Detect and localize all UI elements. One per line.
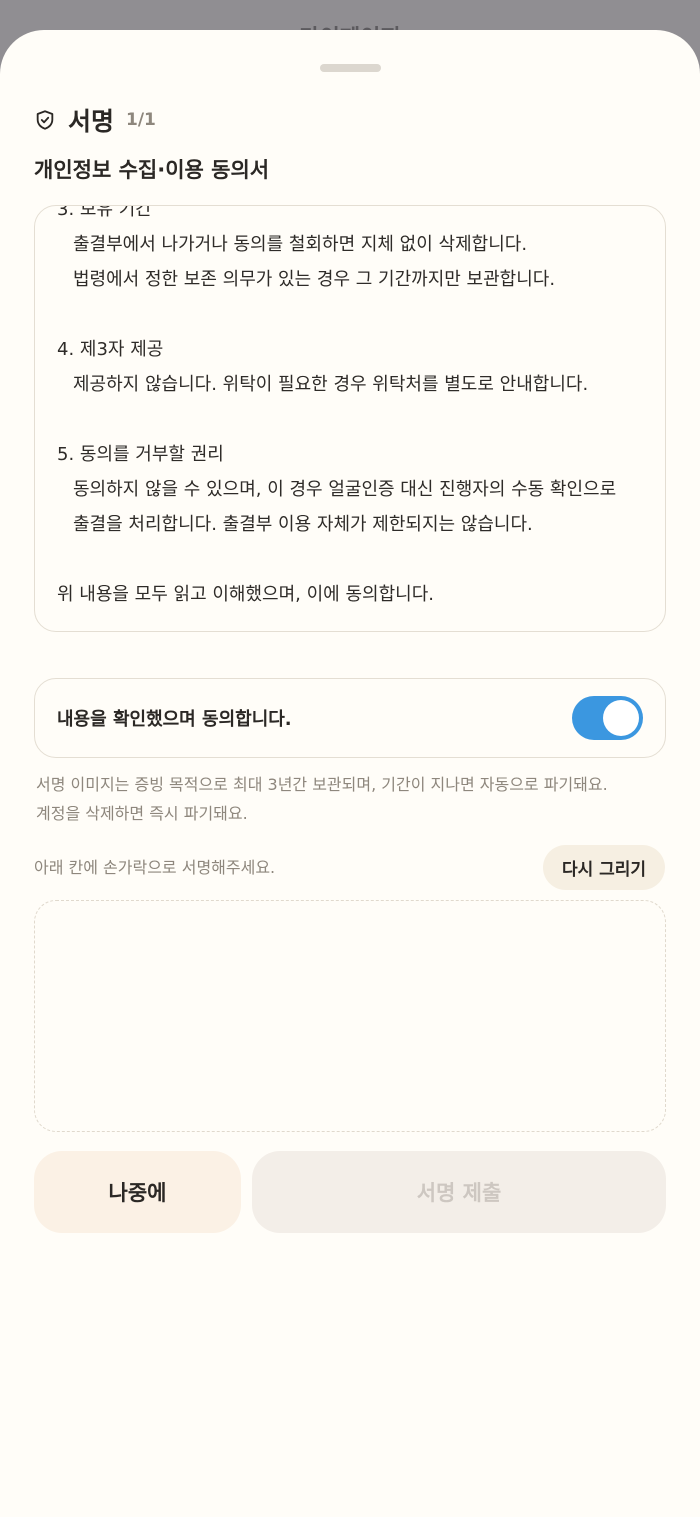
consent-blank-line xyxy=(57,542,647,577)
signature-pad[interactable] xyxy=(34,900,666,1132)
consent-line: 4. 제3자 제공 xyxy=(57,339,164,360)
sign-hint: 아래 칸에 손가락으로 서명해주세요. xyxy=(34,858,276,877)
sheet-drag-handle[interactable] xyxy=(320,64,381,72)
sheet-header: 서명 1/1 xyxy=(34,102,156,138)
retention-notice: 서명 이미지는 증빙 목적으로 최대 3년간 보관되며, 기간이 지나면 자동으… xyxy=(36,770,676,828)
redraw-button[interactable]: 다시 그리기 xyxy=(543,845,665,890)
consent-blank-line xyxy=(57,402,647,437)
consent-line: 위 내용을 모두 읽고 이해했으며, 이에 동의합니다. xyxy=(57,584,434,605)
consent-line: 3. 보유 기간 xyxy=(57,205,152,220)
consent-line: 법령에서 정한 보존 의무가 있는 경우 그 기간까지만 보관합니다. xyxy=(73,269,556,290)
consent-line: 동의하지 않을 수 있으며, 이 경우 얼굴인증 대신 진행자의 수동 확인으로 xyxy=(73,479,617,500)
agree-row[interactable]: 내용을 확인했으며 동의합니다. xyxy=(34,678,666,758)
consent-line: 출결을 처리합니다. 출결부 이용 자체가 제한되지는 않습니다. xyxy=(73,514,533,535)
shield-check-icon xyxy=(34,109,56,131)
consent-text-scroll[interactable]: 3. 보유 기간출결부에서 나가거나 동의를 철회하면 지체 없이 삭제합니다.… xyxy=(34,205,666,632)
consent-line: 5. 동의를 거부할 권리 xyxy=(57,444,224,465)
notice-line: 계정을 삭제하면 즉시 파기돼요. xyxy=(36,804,248,823)
consent-line: 출결부에서 나가거나 동의를 철회하면 지체 없이 삭제합니다. xyxy=(73,234,528,255)
toggle-knob xyxy=(603,700,639,736)
notice-line: 서명 이미지는 증빙 목적으로 최대 3년간 보관되며, 기간이 지나면 자동으… xyxy=(36,775,608,794)
signature-bottom-sheet: 서명 1/1 개인정보 수집·이용 동의서 3. 보유 기간출결부에서 나가거나… xyxy=(0,30,700,1517)
consent-line: 제공하지 않습니다. 위탁이 필요한 경우 위탁처를 별도로 안내합니다. xyxy=(73,374,589,395)
sheet-title: 서명 xyxy=(68,107,115,136)
consent-blank-line xyxy=(57,297,647,332)
consent-text-body: 3. 보유 기간출결부에서 나가거나 동의를 철회하면 지체 없이 삭제합니다.… xyxy=(57,205,647,612)
page-count: 1/1 xyxy=(126,110,156,130)
submit-signature-button[interactable]: 서명 제출 xyxy=(252,1151,666,1233)
agree-toggle[interactable] xyxy=(572,696,643,740)
document-title: 개인정보 수집·이용 동의서 xyxy=(34,158,270,182)
agree-label: 내용을 확인했으며 동의합니다. xyxy=(57,709,292,730)
later-button[interactable]: 나중에 xyxy=(34,1151,241,1233)
